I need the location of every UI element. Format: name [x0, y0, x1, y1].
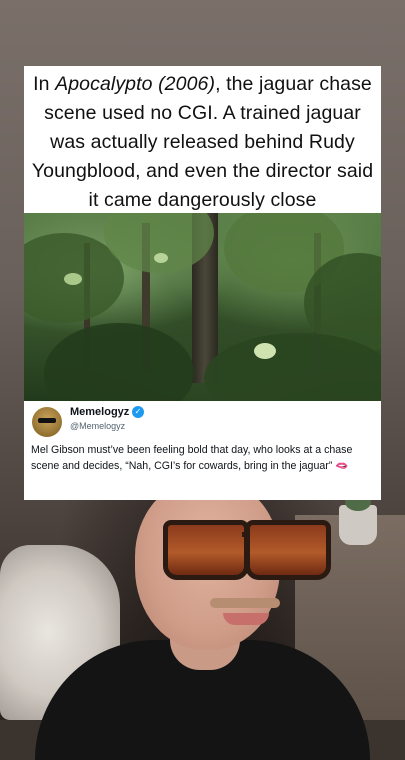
foliage-highlight — [154, 253, 168, 263]
tweet-author-handle[interactable]: @Memelogyz — [70, 421, 125, 431]
caption-card: In Apocalypto (2006), the jaguar chase s… — [24, 66, 381, 213]
creator-person — [35, 480, 370, 760]
foliage-highlight — [64, 273, 82, 285]
caption-movie-title: Apocalypto (2006) — [55, 73, 216, 95]
caption-text: In Apocalypto (2006), the jaguar chase s… — [30, 70, 375, 215]
tweet-card[interactable]: Memelogyz ✓ @Memelogyz Mel Gibson must’v… — [24, 401, 381, 500]
verified-badge-icon: ✓ — [132, 406, 144, 418]
foliage — [204, 333, 381, 401]
foliage — [44, 323, 194, 401]
mouth — [223, 613, 269, 625]
foliage-highlight — [254, 343, 276, 359]
tweet-body-text: Mel Gibson must’ve been feeling bold tha… — [31, 444, 353, 472]
tweet-emoji: 🫦 — [335, 459, 349, 472]
caption-prefix: In — [33, 73, 56, 95]
jungle-scene-image — [24, 213, 381, 401]
sunglasses — [163, 520, 331, 580]
tweet-body: Mel Gibson must’ve been feeling bold tha… — [31, 443, 376, 474]
creator-face — [135, 480, 331, 650]
sunglasses-lens-right — [245, 520, 331, 580]
tweet-avatar[interactable] — [32, 407, 62, 437]
sunglasses-lens-left — [163, 520, 249, 580]
background-plant — [339, 493, 377, 545]
mustache — [210, 598, 280, 608]
tweet-author-name[interactable]: Memelogyz — [70, 406, 129, 418]
